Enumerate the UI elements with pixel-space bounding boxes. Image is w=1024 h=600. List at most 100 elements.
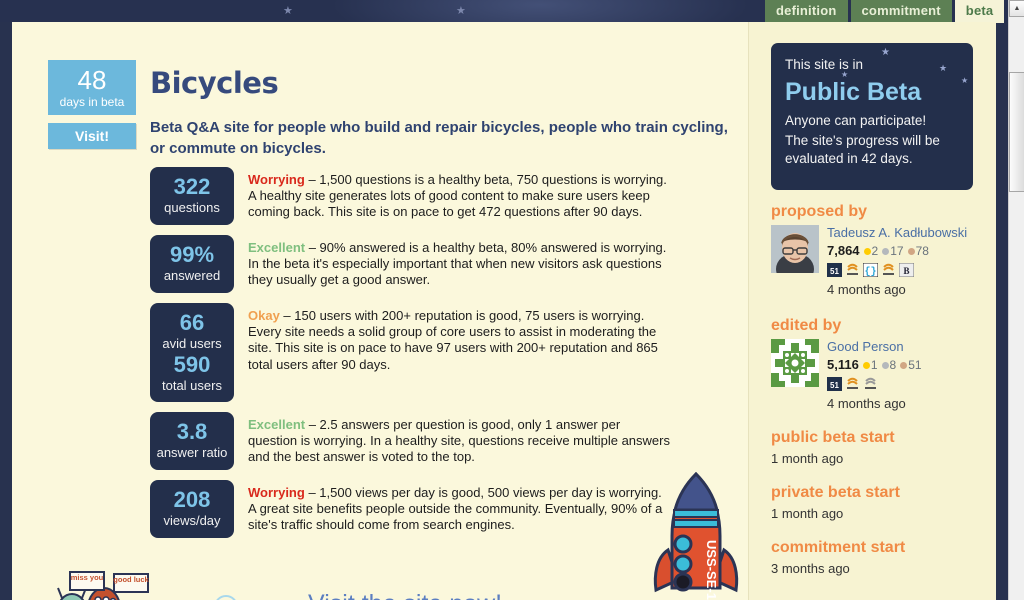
vertical-scrollbar[interactable]: ▲: [1008, 0, 1024, 600]
stackexchange-flair-icon: [847, 377, 858, 389]
svg-text:B: B: [903, 266, 909, 276]
stat-verdict: Worrying: [248, 485, 305, 500]
stat-box: 322 questions: [150, 167, 234, 225]
tab-commitment[interactable]: commitment: [850, 0, 952, 23]
edited-by-section: edited by Good Person 5,116 1 8 51 51 4 …: [771, 317, 986, 411]
critter-sign-right: good luck: [113, 575, 149, 584]
stat-number: 99%: [169, 242, 215, 267]
top-tabs: definition commitment beta: [765, 0, 1005, 23]
proposed-by-time: 4 months ago: [827, 282, 906, 297]
avatar[interactable]: [771, 225, 819, 285]
silver-badge-count: 17: [890, 244, 904, 258]
stat-label-secondary: total users: [162, 378, 222, 393]
sidebar: ★ ★ ★ ★ This site is in Public Beta Anyo…: [748, 22, 996, 600]
milestone-heading: private beta start: [771, 484, 900, 501]
stat-box: 208 views/day: [150, 480, 234, 538]
gold-badge-count: 2: [871, 244, 879, 258]
stat-description: Excellent – 2.5 answers per question is …: [234, 412, 670, 470]
rocket-illustration: USS-SE-1701: [650, 471, 742, 600]
stat-box: 99% answered: [150, 235, 234, 293]
edited-by-heading: edited by: [771, 317, 842, 334]
beta-box-headline: Public Beta: [785, 78, 922, 106]
public-beta-box: ★ ★ ★ ★ This site is in Public Beta Anyo…: [771, 43, 973, 190]
user-info: Good Person 5,116 1 8 51 51 4 months ago: [827, 339, 922, 411]
critter-sign-left: miss you: [71, 573, 104, 582]
app-root: ★ ★ definition commitment beta 48 days i…: [0, 0, 1024, 600]
rocket-label: USS-SE-1701: [704, 540, 719, 600]
stat-description-text: – 1,500 views per day is good, 500 views…: [248, 485, 663, 533]
stat-label: answer ratio: [156, 445, 228, 460]
reputation-value: 7,864: [827, 243, 860, 258]
stat-description: Worrying – 1,500 questions is a healthy …: [234, 167, 670, 225]
milestone-time: 1 month ago: [771, 451, 844, 466]
stat-label: questions: [164, 200, 220, 215]
stat-description: Okay – 150 users with 200+ reputation is…: [234, 303, 670, 402]
stat-description-text: – 90% answered is a healthy beta, 80% an…: [248, 240, 667, 288]
site-flair-icons: 51: [827, 376, 922, 391]
bubble-decoration: [214, 595, 238, 600]
stackexchange-flair-icon: [865, 377, 876, 389]
proposed-by-section: proposed by Tadeusz A. Kadłubowski 7,864…: [771, 203, 986, 297]
tab-definition[interactable]: definition: [765, 0, 848, 23]
bronze-badge-count: 78: [915, 244, 929, 258]
stat-number: 3.8: [176, 419, 208, 444]
avatar[interactable]: [771, 339, 819, 387]
stackoverflow-flair-icon: 51: [827, 376, 842, 391]
stat-row-users: 66 avid users 590 total users Okay – 150…: [150, 303, 670, 402]
stat-verdict: Okay: [248, 308, 280, 323]
stats-list: 322 questions Worrying – 1,500 questions…: [150, 167, 670, 548]
visit-site-now-link[interactable]: Visit the site now!: [308, 590, 502, 600]
scrollbar-thumb[interactable]: [1009, 72, 1024, 192]
milestone-private-beta-start: private beta start 1 month ago: [771, 484, 986, 521]
beta-box-line1: This site is in: [785, 57, 864, 72]
stat-description-text: – 1,500 questions is a healthy beta, 750…: [248, 172, 667, 220]
gold-badge-dot: [863, 247, 871, 255]
stat-row-answer-ratio: 3.8 answer ratio Excellent – 2.5 answers…: [150, 412, 670, 470]
beta-star: ★: [881, 47, 890, 58]
codereview-flair-icon: {}: [863, 262, 878, 277]
svg-text:51: 51: [830, 381, 839, 390]
tab-beta[interactable]: beta: [954, 0, 1005, 23]
banner-star: ★: [456, 5, 466, 17]
user-name-link[interactable]: Tadeusz A. Kadłubowski: [827, 225, 967, 240]
stat-number: 208: [173, 487, 211, 512]
critters-illustration: miss you good luck: [56, 570, 166, 600]
bronze-badge-dot: [907, 247, 915, 255]
stat-label: views/day: [163, 513, 221, 528]
bronze-badge-dot: [900, 361, 908, 369]
beta-star: ★: [939, 63, 948, 73]
silver-badge-count: 8: [889, 358, 897, 372]
reputation-value: 5,116: [827, 357, 859, 372]
svg-text:{}: {}: [864, 266, 876, 277]
milestone-public-beta-start: public beta start 1 month ago: [771, 429, 986, 466]
tex-flair-icon: B: [899, 262, 914, 277]
site-tagline: Beta Q&A site for people who build and r…: [150, 119, 728, 157]
silver-badge-dot: [882, 247, 890, 255]
stat-description-text: – 150 users with 200+ reputation is good…: [248, 308, 658, 372]
stackoverflow-flair-icon: 51: [827, 262, 842, 277]
stat-description: Worrying – 1,500 views per day is good, …: [234, 480, 670, 538]
milestone-heading: commitment start: [771, 539, 906, 556]
page-sheet: 48 days in beta Visit! Bicycles Beta Q&A…: [12, 22, 996, 600]
stat-verdict: Worrying: [248, 172, 305, 187]
stat-description-text: – 2.5 answers per question is good, only…: [248, 417, 670, 465]
days-in-beta-number: 48: [77, 64, 107, 95]
scroll-up-button[interactable]: ▲: [1009, 0, 1024, 17]
stat-description: Excellent – 90% answered is a healthy be…: [234, 235, 670, 293]
gold-badge-count: 1: [870, 358, 878, 372]
svg-text:51: 51: [830, 267, 839, 276]
site-flair-icons: 51 {} B: [827, 262, 967, 277]
stat-row-answered: 99% answered Excellent – 90% answered is…: [150, 235, 670, 293]
visit-button[interactable]: Visit!: [48, 123, 136, 149]
beta-star: ★: [841, 70, 849, 79]
milestone-time: 1 month ago: [771, 506, 844, 521]
stat-row-questions: 322 questions Worrying – 1,500 questions…: [150, 167, 670, 225]
user-name-link[interactable]: Good Person: [827, 339, 922, 354]
banner-glow: [330, 0, 750, 22]
beta-box-line4: The site's progress will be evaluated in…: [785, 133, 940, 166]
days-in-beta-label: days in beta: [59, 94, 125, 109]
bronze-badge-count: 51: [908, 358, 922, 372]
beta-box-line3: Anyone can participate!: [785, 113, 927, 128]
stat-box: 3.8 answer ratio: [150, 412, 234, 470]
edited-by-time: 4 months ago: [827, 396, 906, 411]
